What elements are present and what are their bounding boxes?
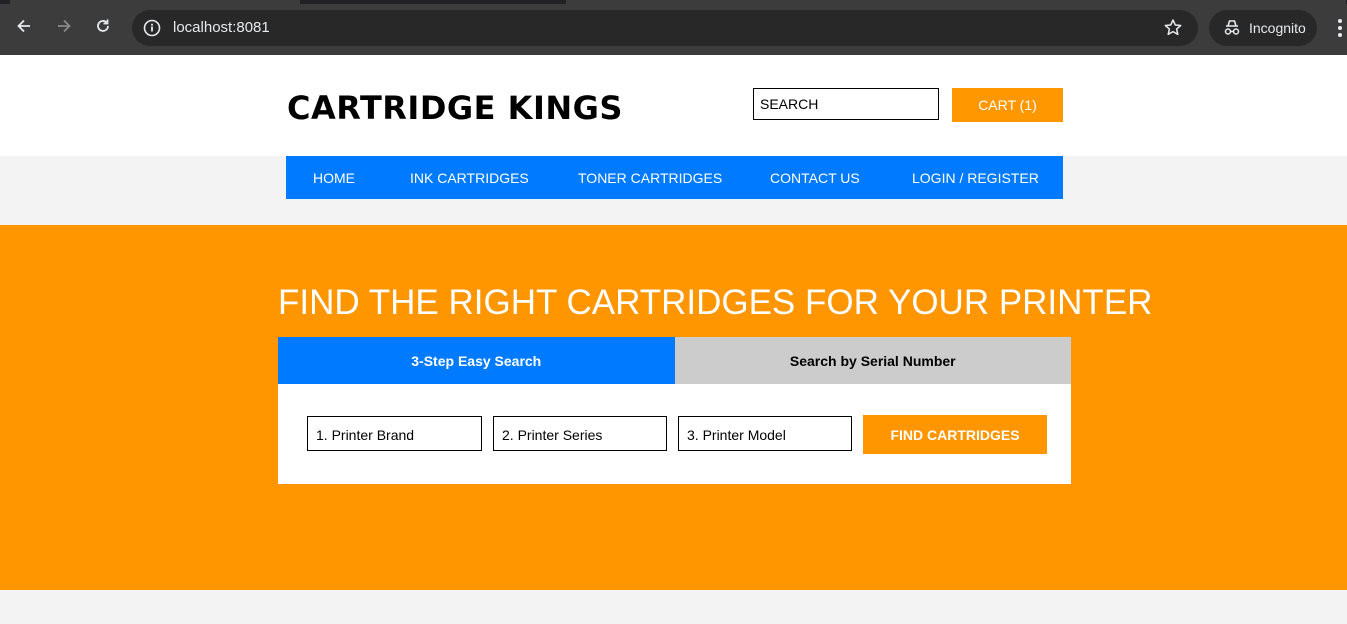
browser-menu-icon[interactable] — [1336, 17, 1344, 39]
printer-model-select[interactable]: 3. Printer Model — [678, 416, 852, 451]
tab-strip — [0, 0, 1347, 4]
site-logo[interactable]: CARTRIDGE KINGS — [287, 89, 623, 127]
printer-series-select[interactable]: 2. Printer Series — [493, 416, 667, 451]
cart-button[interactable]: CART (1) — [952, 88, 1063, 122]
reload-icon[interactable] — [91, 14, 115, 38]
back-icon[interactable] — [12, 14, 36, 38]
forward-icon[interactable] — [52, 14, 76, 38]
browser-tab[interactable] — [10, 0, 300, 4]
nav-item-contact-us[interactable]: CONTACT US — [770, 170, 860, 186]
search-input[interactable] — [753, 88, 939, 120]
search-panel: 1. Printer Brand 2. Printer Series 3. Pr… — [278, 384, 1071, 484]
nav-item-login-register[interactable]: LOGIN / REGISTER — [912, 170, 1039, 186]
nav-item-home[interactable]: HOME — [313, 170, 355, 186]
tab-3-step-search[interactable]: 3-Step Easy Search — [278, 337, 675, 384]
site-header: CARTRIDGE KINGS CART (1) — [0, 55, 1347, 156]
search-tabs: 3-Step Easy Search Search by Serial Numb… — [278, 337, 1071, 384]
tab-serial-number-search[interactable]: Search by Serial Number — [674, 337, 1071, 384]
browser-tab-area — [566, 0, 1346, 4]
browser-chrome: localhost:8081 Incognito — [0, 0, 1347, 55]
hero-title: FIND THE RIGHT CARTRIDGES FOR YOUR PRINT… — [278, 283, 1153, 322]
incognito-indicator[interactable]: Incognito — [1209, 10, 1317, 46]
web-page: CARTRIDGE KINGS CART (1) HOME INK CARTRI… — [0, 55, 1347, 624]
site-info-icon[interactable] — [142, 18, 162, 38]
incognito-label: Incognito — [1249, 20, 1306, 36]
main-nav: HOME INK CARTRIDGES TONER CARTRIDGES CON… — [286, 156, 1063, 199]
bookmark-star-icon[interactable] — [1162, 17, 1184, 39]
printer-brand-select[interactable]: 1. Printer Brand — [307, 416, 482, 451]
address-bar[interactable]: localhost:8081 — [132, 10, 1198, 46]
hero-section: FIND THE RIGHT CARTRIDGES FOR YOUR PRINT… — [0, 225, 1347, 590]
incognito-icon — [1222, 19, 1242, 37]
nav-item-toner-cartridges[interactable]: TONER CARTRIDGES — [578, 170, 722, 186]
url-text: localhost:8081 — [173, 19, 270, 36]
find-cartridges-button[interactable]: FIND CARTRIDGES — [863, 415, 1047, 454]
nav-item-ink-cartridges[interactable]: INK CARTRIDGES — [410, 170, 529, 186]
